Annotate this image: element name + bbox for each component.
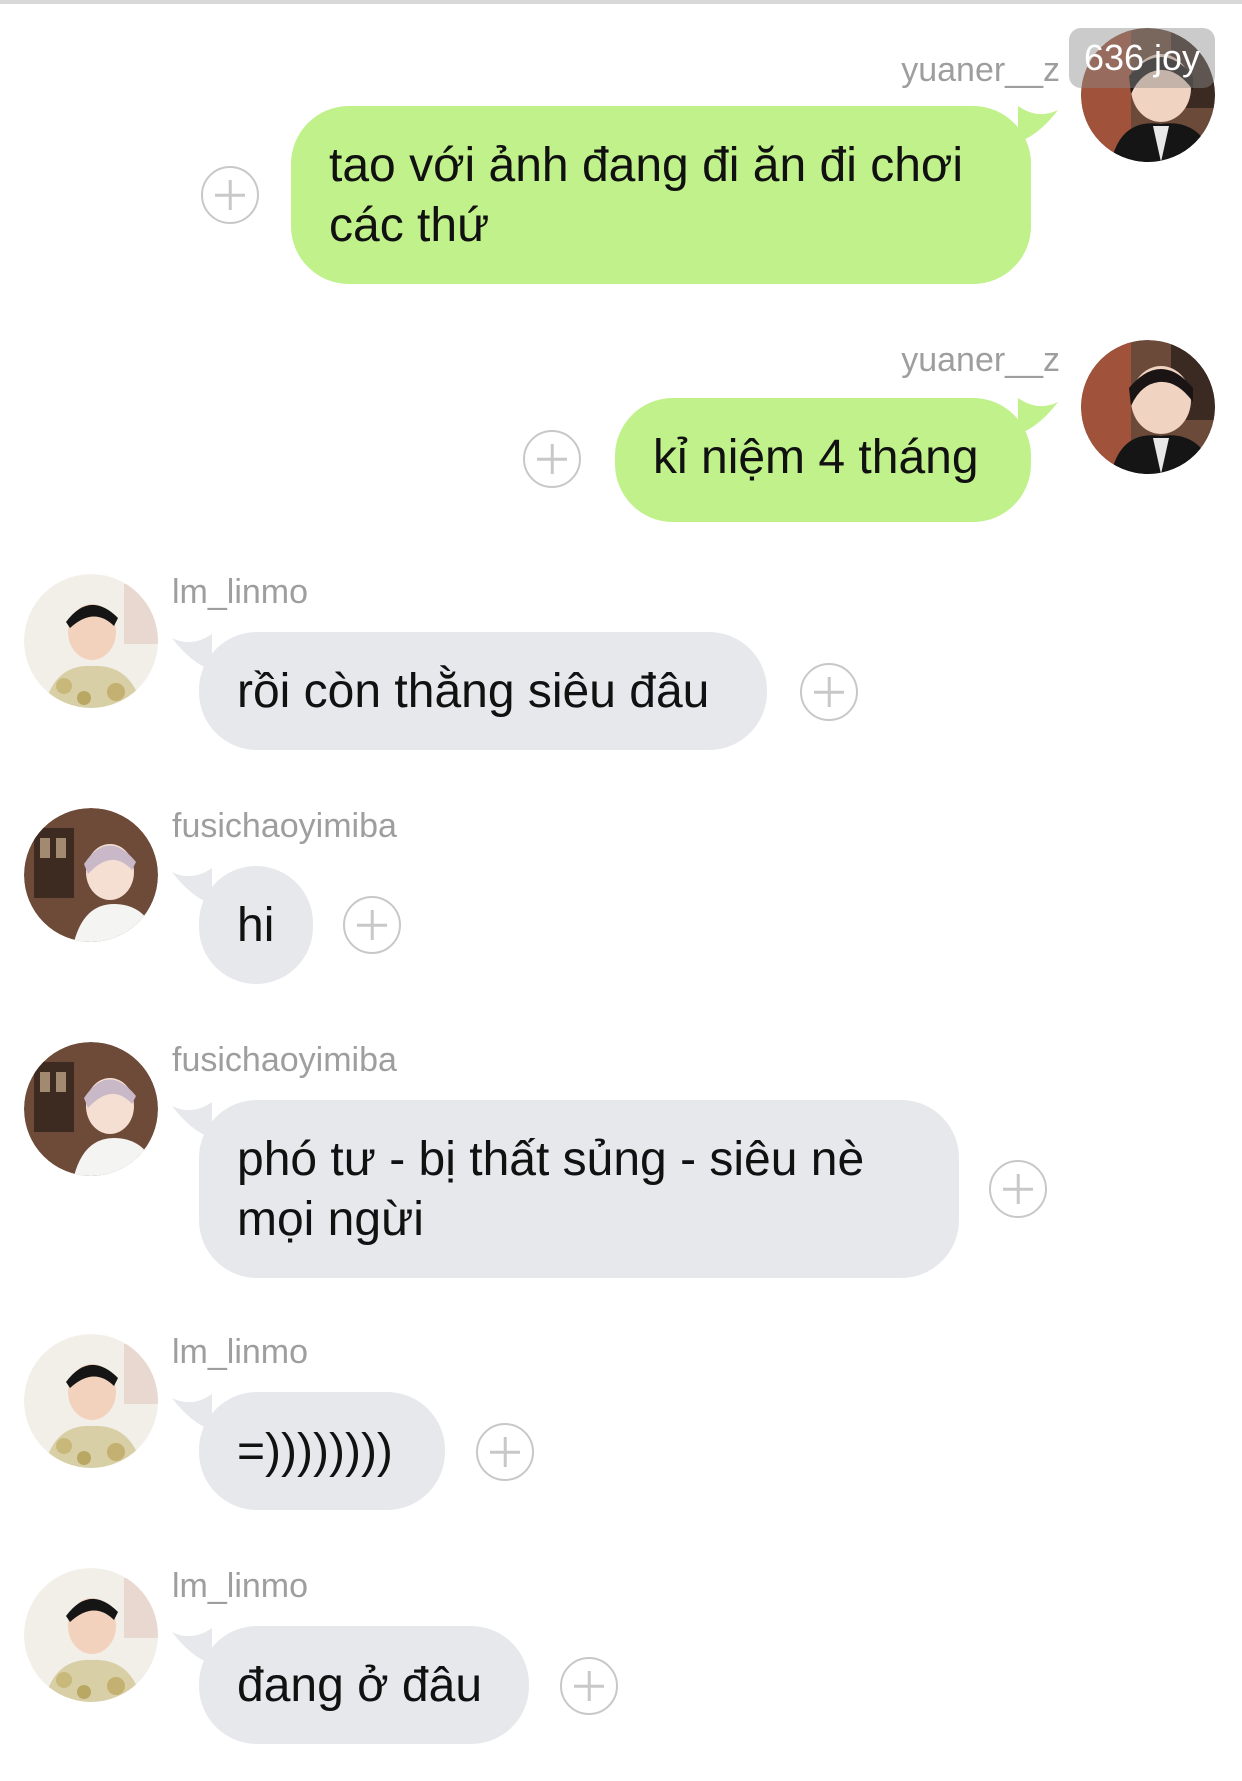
message-bubble[interactable]: =))))))))	[199, 1392, 445, 1510]
avatar-fusichao[interactable]	[24, 1042, 158, 1176]
plus-circle-icon[interactable]	[800, 663, 858, 721]
message-bubble[interactable]: phó tư - bị thất sủng - siêu nè mọi ngừi	[199, 1100, 959, 1278]
avatar-yuaner[interactable]	[1081, 340, 1215, 474]
message-bubble[interactable]: đang ở đâu	[199, 1626, 529, 1744]
avatar-linmo[interactable]	[24, 1334, 158, 1468]
message-bubble[interactable]: tao với ảnh đang đi ăn đi chơi các thứ	[291, 106, 1031, 284]
watermark-label: 636 joy	[1069, 28, 1215, 88]
message-username: yuaner__z	[901, 51, 1060, 89]
plus-circle-icon[interactable]	[989, 1160, 1047, 1218]
message-username: fusichaoyimiba	[172, 1041, 397, 1079]
avatar-linmo[interactable]	[24, 1568, 158, 1702]
avatar-linmo[interactable]	[24, 574, 158, 708]
message-username: lm_linmo	[172, 1567, 309, 1605]
plus-circle-icon[interactable]	[343, 896, 401, 954]
plus-circle-icon[interactable]	[476, 1423, 534, 1481]
plus-circle-icon[interactable]	[523, 430, 581, 488]
plus-circle-icon[interactable]	[201, 166, 259, 224]
message-username: yuaner__z	[901, 341, 1060, 379]
plus-circle-icon[interactable]	[560, 1657, 618, 1715]
message-username: lm_linmo	[172, 1333, 309, 1371]
avatar-fusichao[interactable]	[24, 808, 158, 942]
message-bubble[interactable]: hi	[199, 866, 313, 984]
message-username: fusichaoyimiba	[172, 807, 397, 845]
message-bubble[interactable]: kỉ niệm 4 tháng	[615, 398, 1031, 522]
message-bubble[interactable]: rồi còn thằng siêu đâu	[199, 632, 767, 750]
message-username: lm_linmo	[172, 573, 309, 611]
top-divider	[0, 0, 1242, 4]
